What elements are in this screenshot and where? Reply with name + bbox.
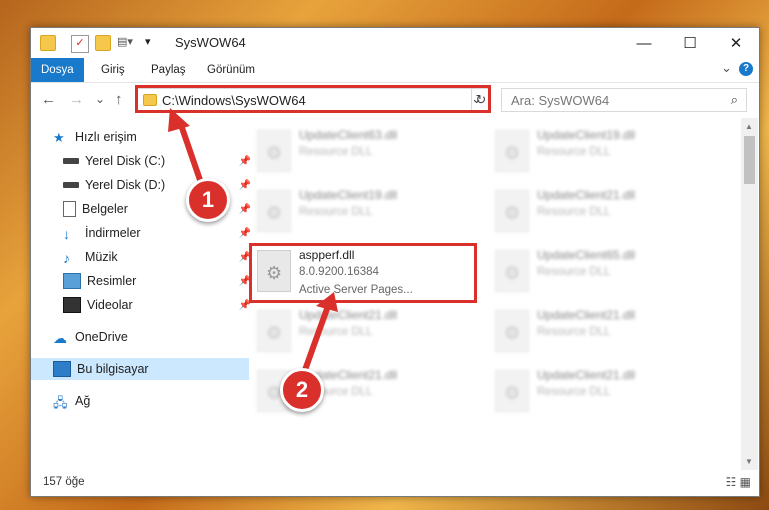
arrow-1-head: [168, 108, 190, 132]
arrow-2-line: [302, 304, 331, 372]
arrow-2-head: [316, 292, 338, 312]
callout-arrows: [168, 108, 338, 372]
callout-badge-2: 2: [280, 368, 324, 412]
callout-badge-1: 1: [186, 178, 230, 222]
arrow-1-line: [177, 121, 203, 181]
